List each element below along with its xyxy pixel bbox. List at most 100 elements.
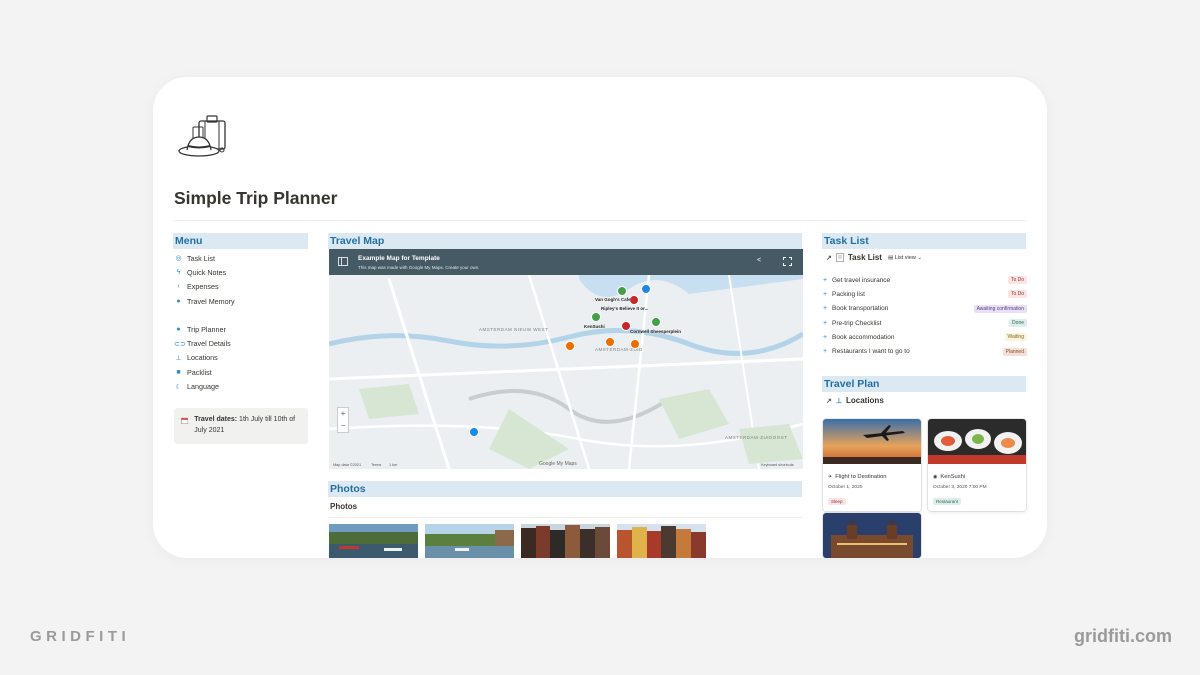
map-attribution: Map data ©2021 xyxy=(333,463,362,467)
link-icon: ⊂⊃ xyxy=(174,340,186,348)
lightning-icon: ϟ xyxy=(176,268,181,276)
arrow-up-right-icon: ↗ xyxy=(826,397,832,405)
map-pin-icon[interactable] xyxy=(651,317,661,327)
status-badge: Done xyxy=(1009,319,1027,328)
card-title: ◉ KenSushi xyxy=(928,469,1026,480)
plus-icon: + xyxy=(823,305,828,313)
menu-item-label: Trip Planner xyxy=(187,324,226,334)
task-row[interactable]: + Pre-trip Checklist Done xyxy=(823,316,1027,330)
photo-canal-houses-image[interactable] xyxy=(521,524,610,558)
map-pin-icon[interactable] xyxy=(469,427,479,437)
menu-item-travel-memory[interactable]: ● Travel Memory xyxy=(174,294,314,308)
menu-list: ◎ Task List ϟ Quick Notes ‹ Expenses ● Trave… xyxy=(174,251,314,394)
map-pin-icon[interactable] xyxy=(605,337,615,347)
card-tag-badge: Sleep xyxy=(828,498,846,505)
task-list-database-link[interactable]: ↗ Task List ▤ List view ⌄ xyxy=(826,253,922,262)
task-list-link-title: Task List xyxy=(847,253,882,262)
embedded-map[interactable]: Example Map for Template This map was ma… xyxy=(329,249,803,469)
menu-item-travel-details[interactable]: ⊂⊃ Travel Details xyxy=(174,336,314,350)
location-card[interactable]: ◉ KenSushi October 3, 2020 7:00 PM Restau… xyxy=(928,419,1026,511)
menu-item-locations[interactable]: ⊥ Locations xyxy=(174,351,314,365)
calendar-icon xyxy=(181,417,189,424)
menu-item-label: Quick Notes xyxy=(187,267,227,277)
locations-database-link[interactable]: ↗ ⊥ Locations xyxy=(826,396,884,405)
menu-item-trip-planner[interactable]: ● Trip Planner xyxy=(174,322,314,336)
task-row[interactable]: + Restaurants I want to go to Planned xyxy=(823,344,1027,358)
notepad-icon xyxy=(836,253,844,262)
map-pin-icon[interactable] xyxy=(617,286,627,296)
card-date: October 1, 2020 xyxy=(828,485,863,490)
menu-item-label: Locations xyxy=(187,353,218,363)
card-title: ✈ Flight to Destination xyxy=(823,469,921,480)
map-terms-link[interactable]: Terms xyxy=(371,463,381,467)
plus-icon: + xyxy=(823,333,828,341)
map-subtitle: This map was made with Google My Maps. C… xyxy=(358,265,480,270)
keyboard-shortcuts-link[interactable]: Keyboard shortcuts xyxy=(761,463,794,467)
map-pin-icon[interactable] xyxy=(630,339,640,349)
map-pin-icon[interactable] xyxy=(641,284,651,294)
photos-heading: Photos xyxy=(328,481,802,497)
status-badge: To Do xyxy=(1007,290,1027,299)
menu-item-task-list[interactable]: ◎ Task List xyxy=(174,251,314,265)
location-card[interactable]: ✈ Flight to Destination October 1, 2020 S… xyxy=(823,419,921,511)
fullscreen-icon[interactable] xyxy=(783,257,792,266)
menu-item-quick-notes[interactable]: ϟ Quick Notes xyxy=(174,265,314,279)
task-name: Book transportation xyxy=(832,305,889,313)
google-my-maps-logo: Google My Maps xyxy=(539,461,577,467)
menu-item-packlist[interactable]: ■ Packlist xyxy=(174,365,314,379)
task-row[interactable]: + Packing list To Do xyxy=(823,287,1027,301)
task-name: Packing list xyxy=(832,290,865,298)
notion-page-card: Simple Trip Planner Menu ◎ Task List ϟ Qui… xyxy=(153,77,1047,558)
photo-colorful-houses-image[interactable] xyxy=(617,524,706,558)
menu-item-label: Expenses xyxy=(187,282,219,292)
plus-icon: + xyxy=(823,290,828,298)
map-scale: 1 km xyxy=(389,463,398,467)
plus-icon: + xyxy=(823,319,828,327)
rijksmuseum-image xyxy=(823,513,921,558)
menu-item-label: Travel Memory xyxy=(187,296,235,306)
pushpin-icon: ⊥ xyxy=(175,354,182,362)
chevron-left-icon: ‹ xyxy=(177,283,180,291)
map-zoom-control[interactable]: + − xyxy=(337,407,349,433)
travel-plan-heading: Travel Plan xyxy=(822,376,1026,392)
task-row[interactable]: + Get travel insurance To Do xyxy=(823,273,1027,287)
task-row[interactable]: + Book accommodation Waiting xyxy=(823,330,1027,344)
list-view-dropdown[interactable]: ▤ List view ⌄ xyxy=(888,255,922,261)
suitcase-icon: ■ xyxy=(176,368,181,376)
map-area-label: AMSTERDAM-ZUIDOOST xyxy=(725,435,788,440)
arrow-up-right-icon: ↗ xyxy=(826,254,832,262)
flight-sunset-image xyxy=(823,419,921,464)
menu-item-label: Travel Details xyxy=(187,339,231,349)
task-row[interactable]: + Book transportation Awaiting confirmatio… xyxy=(823,302,1027,316)
page-title: Simple Trip Planner xyxy=(174,188,338,208)
pushpin-icon: ⊥ xyxy=(835,397,842,405)
task-name: Get travel insurance xyxy=(832,276,891,284)
gridfiti-url: gridfiti.com xyxy=(1074,626,1172,646)
zoom-in-button[interactable]: + xyxy=(338,408,348,420)
zoom-out-button[interactable]: − xyxy=(338,420,348,432)
airplane-icon: ✈ xyxy=(828,474,833,480)
map-place-label: Van Gogh's Cafe xyxy=(595,297,631,302)
travel-dates-text: Travel dates: 1th July till 10th of July… xyxy=(194,414,302,444)
photos-divider xyxy=(329,517,803,518)
list-view-label: List view xyxy=(894,254,916,261)
photo-canal-image[interactable] xyxy=(329,524,418,558)
task-name: Restaurants I want to go to xyxy=(832,348,910,356)
photo-canal-boats-image[interactable] xyxy=(425,524,514,558)
menu-item-language[interactable]: ☾ Language xyxy=(174,379,314,393)
map-pin-icon[interactable] xyxy=(591,312,601,322)
map-pin-icon[interactable] xyxy=(565,341,575,351)
map-place-label: Ripley's Believe It or... xyxy=(601,306,649,311)
location-card[interactable] xyxy=(823,513,921,558)
share-icon[interactable]: < xyxy=(757,257,761,264)
travel-dates-callout: Travel dates: 1th July till 10th of July… xyxy=(174,408,308,444)
menu-item-expenses[interactable]: ‹ Expenses xyxy=(174,280,314,294)
locations-link-title: Locations xyxy=(845,396,884,405)
sushi-image xyxy=(928,419,1026,464)
menu-item-label: Language xyxy=(187,382,219,392)
menu-heading: Menu xyxy=(173,233,308,249)
status-badge: To Do xyxy=(1007,276,1027,285)
card-tag-badge: Restaurant xyxy=(933,498,962,505)
sidebar-toggle-icon[interactable] xyxy=(338,257,348,266)
status-badge: Waiting xyxy=(1004,333,1027,342)
